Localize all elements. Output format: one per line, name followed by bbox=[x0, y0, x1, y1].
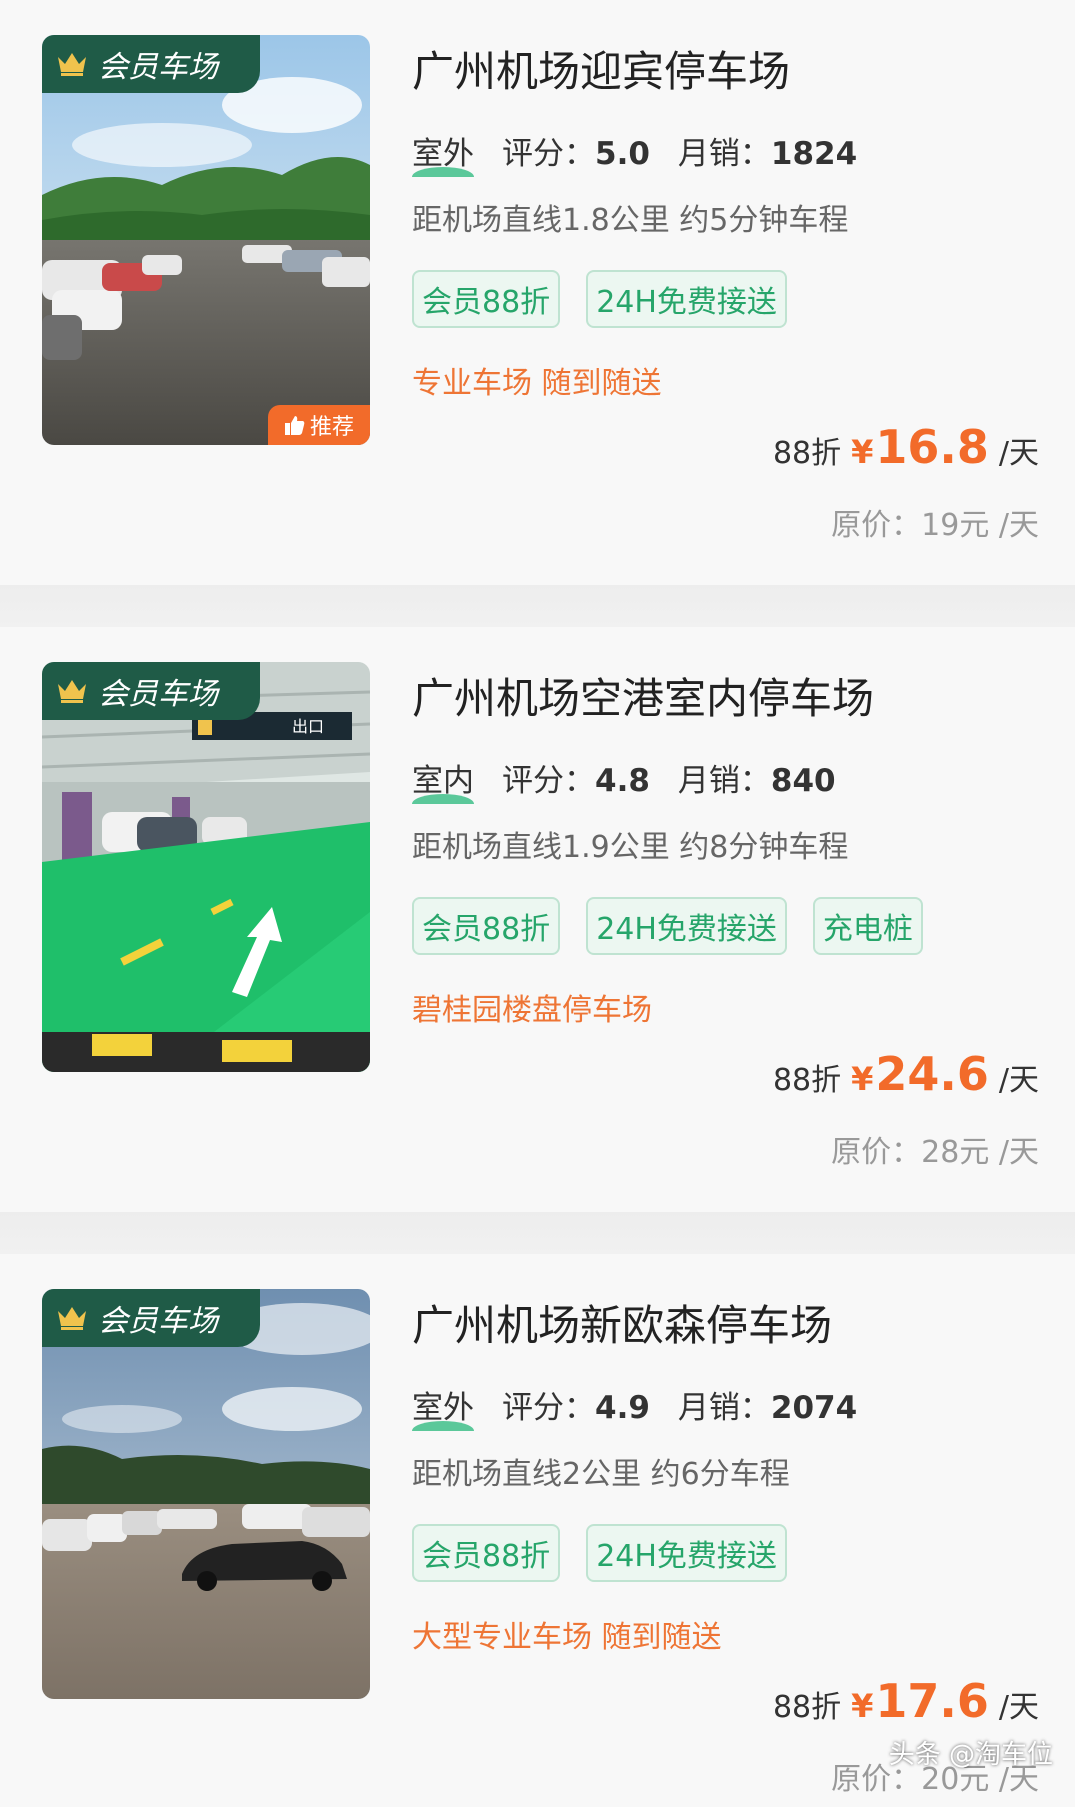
lot-tags: 会员88折 24H免费接送 充电桩 bbox=[412, 897, 923, 955]
discount-label: 88折 bbox=[772, 1690, 842, 1725]
watermark: 头条 @淘车位 bbox=[888, 1740, 1053, 1770]
price-amount: 16.8 bbox=[875, 420, 989, 474]
lot-features: 专业车场 随到随送 bbox=[412, 366, 662, 401]
lot-type: 室内 bbox=[412, 755, 474, 804]
sales-value: 1824 bbox=[770, 136, 858, 172]
tag-free-shuttle: 24H免费接送 bbox=[586, 1524, 787, 1582]
discount-label: 88折 bbox=[772, 1063, 842, 1098]
lot-card-3[interactable]: 会员车场 广州机场新欧森停车场 室外 评分：4.9 月销：2074 距机场直线2公里… bbox=[0, 1254, 1075, 1807]
lot-card-2[interactable]: 出口 会员车场 广州机场空港室内停车场 室内 评分：4.8 月销：840 距机场直线… bbox=[0, 627, 1075, 1212]
lot-title[interactable]: 广州机场迎宾停车场 bbox=[412, 38, 790, 99]
lot-tags: 会员88折 24H免费接送 bbox=[412, 270, 787, 328]
lot-distance: 距机场直线1.9公里 约8分钟车程 bbox=[412, 830, 849, 865]
card-divider bbox=[0, 585, 1075, 627]
price-amount: 24.6 bbox=[875, 1047, 989, 1101]
rating-label: 评分： bbox=[502, 1390, 595, 1426]
card-divider bbox=[0, 1212, 1075, 1254]
lot-title[interactable]: 广州机场空港室内停车场 bbox=[412, 665, 874, 726]
sales-label: 月销： bbox=[677, 136, 771, 172]
tag-member-discount: 会员88折 bbox=[412, 270, 561, 328]
lot-meta: 室内 评分：4.8 月销：840 bbox=[412, 755, 836, 804]
sales-value: 840 bbox=[770, 763, 836, 799]
tag-free-shuttle: 24H免费接送 bbox=[586, 897, 787, 955]
sales-label: 月销： bbox=[677, 1390, 771, 1426]
member-lot-badge-label: 会员车场 bbox=[98, 50, 218, 85]
original-price: 原价：19元 /天 bbox=[831, 508, 1039, 543]
tag-member-discount: 会员88折 bbox=[412, 897, 561, 955]
rating-value: 4.8 bbox=[595, 763, 650, 799]
lot-features: 碧桂园楼盘停车场 bbox=[412, 993, 652, 1028]
tag-member-discount: 会员88折 bbox=[412, 1524, 561, 1582]
price-unit: /天 bbox=[998, 436, 1039, 471]
crown-icon bbox=[56, 1305, 88, 1331]
tag-free-shuttle: 24H免费接送 bbox=[586, 270, 787, 328]
member-lot-badge: 会员车场 bbox=[42, 35, 260, 93]
price-unit: /天 bbox=[998, 1690, 1039, 1725]
rating-label: 评分： bbox=[502, 136, 595, 172]
tag-charging-station: 充电桩 bbox=[812, 897, 923, 955]
lot-card-1[interactable]: 会员车场 推荐 广州机场迎宾停车场 室外 评分：5.0 月销：1824 距机场直线1… bbox=[0, 0, 1075, 585]
price-unit: /天 bbox=[998, 1063, 1039, 1098]
crown-icon bbox=[56, 678, 88, 704]
lot-type: 室外 bbox=[412, 128, 474, 177]
lot-price: 88折 ¥ 24.6 /天 bbox=[773, 1047, 1039, 1101]
sales-label: 月销： bbox=[677, 763, 771, 799]
exit-sign-text: 出口 bbox=[292, 717, 324, 736]
rating-label: 评分： bbox=[502, 763, 595, 799]
lot-photo-outdoor: 会员车场 bbox=[42, 1289, 370, 1699]
lot-title[interactable]: 广州机场新欧森停车场 bbox=[412, 1292, 832, 1353]
lot-photo-outdoor: 会员车场 推荐 bbox=[42, 35, 370, 445]
thumbs-up-icon bbox=[284, 414, 306, 436]
lot-photo-indoor: 出口 会员车场 bbox=[42, 662, 370, 1072]
lot-distance: 距机场直线1.8公里 约5分钟车程 bbox=[412, 203, 849, 238]
lot-price: 88折 ¥ 17.6 /天 bbox=[773, 1674, 1039, 1728]
currency-symbol: ¥ bbox=[851, 433, 874, 471]
rating-value: 4.9 bbox=[595, 1390, 650, 1426]
member-lot-badge: 会员车场 bbox=[42, 1289, 260, 1347]
lot-price: 88折 ¥ 16.8 /天 bbox=[773, 420, 1039, 474]
lot-distance: 距机场直线2公里 约6分车程 bbox=[412, 1457, 790, 1492]
member-lot-badge-label: 会员车场 bbox=[98, 677, 218, 712]
currency-symbol: ¥ bbox=[851, 1060, 874, 1098]
sales-value: 2074 bbox=[770, 1390, 858, 1426]
recommend-label: 推荐 bbox=[309, 415, 354, 440]
lot-meta: 室外 评分：5.0 月销：1824 bbox=[412, 128, 858, 177]
lot-type: 室外 bbox=[412, 1382, 474, 1431]
lot-tags: 会员88折 24H免费接送 bbox=[412, 1524, 787, 1582]
lot-features: 大型专业车场 随到随送 bbox=[412, 1620, 722, 1655]
price-amount: 17.6 bbox=[875, 1674, 989, 1728]
rating-value: 5.0 bbox=[595, 136, 650, 172]
discount-label: 88折 bbox=[772, 436, 842, 471]
crown-icon bbox=[56, 51, 88, 77]
member-lot-badge-label: 会员车场 bbox=[98, 1304, 218, 1339]
member-lot-badge: 会员车场 bbox=[42, 662, 260, 720]
lot-meta: 室外 评分：4.9 月销：2074 bbox=[412, 1382, 858, 1431]
original-price: 原价：28元 /天 bbox=[831, 1135, 1039, 1170]
recommend-badge: 推荐 bbox=[268, 405, 370, 445]
currency-symbol: ¥ bbox=[851, 1687, 874, 1725]
